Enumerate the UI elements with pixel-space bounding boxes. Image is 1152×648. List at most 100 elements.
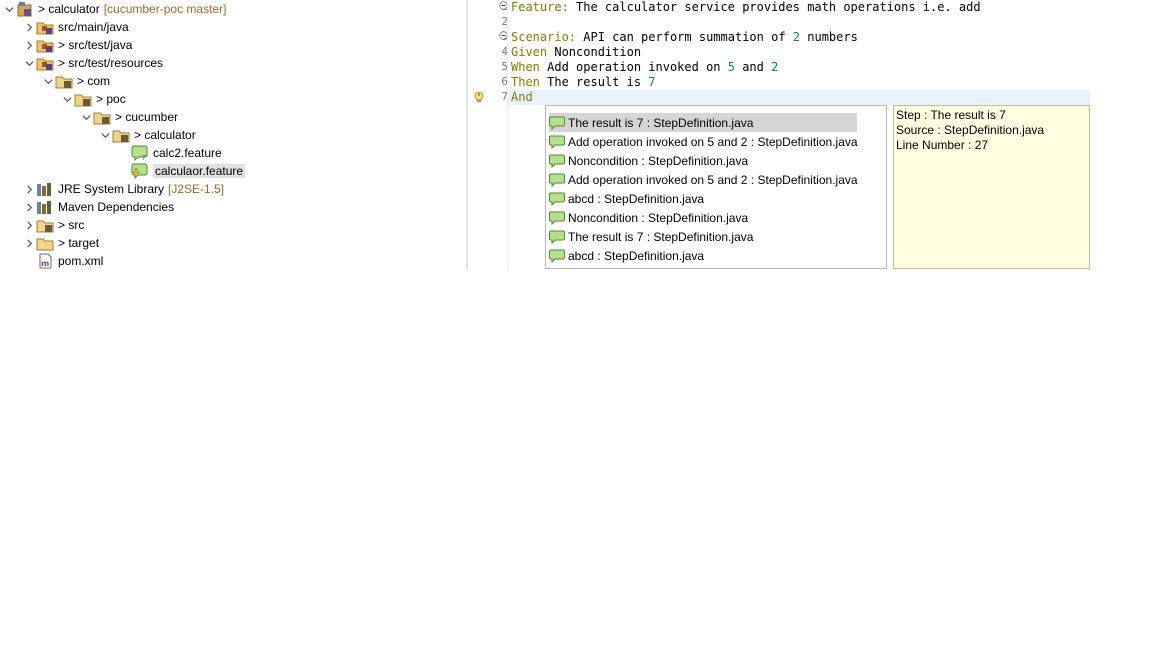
tree-item-jre-library[interactable]: JRE System Library [J2SE-1.5]	[22, 180, 224, 198]
assist-proposal[interactable]: abcd : StepDefinition.java	[549, 246, 704, 265]
line-number: 7	[501, 90, 508, 103]
code-number: 7	[648, 75, 656, 89]
info-source: Source : StepDefinition.java	[896, 123, 1045, 137]
folder-icon	[36, 235, 54, 251]
tree-item-pom-xml[interactable]: m pom.xml	[36, 252, 103, 270]
tree-item-maven-dependencies[interactable]: Maven Dependencies	[22, 198, 174, 216]
current-line-highlight	[508, 90, 1090, 105]
assist-proposal-label: Noncondition : StepDefinition.java	[568, 153, 749, 168]
assist-proposal-label: The result is 7 : StepDefinition.java	[568, 115, 754, 130]
gherkin-keyword: Feature:	[511, 0, 569, 14]
project-icon	[16, 1, 34, 17]
assist-proposal[interactable]: Noncondition : StepDefinition.java	[549, 208, 748, 227]
line-number: 2	[501, 15, 508, 28]
step-proposal-icon	[549, 192, 565, 206]
content-assist-popup[interactable]: The result is 7 : StepDefinition.java Ad…	[545, 105, 887, 269]
chevron-right-icon[interactable]	[22, 234, 36, 252]
step-proposal-icon	[549, 173, 565, 187]
code-line-4[interactable]: Given Noncondition	[511, 45, 641, 60]
gherkin-keyword: Scenario:	[511, 30, 577, 44]
chevron-right-icon[interactable]	[22, 180, 36, 198]
feature-file-icon: ?	[131, 145, 149, 161]
gutter-border	[507, 0, 508, 270]
chevron-right-icon[interactable]	[22, 36, 36, 54]
code-line-5[interactable]: When Add operation invoked on 5 and 2	[511, 60, 778, 75]
gherkin-keyword: When	[511, 60, 540, 74]
step-proposal-icon	[549, 249, 565, 263]
tree-item-label: pom.xml	[58, 254, 104, 268]
annotation-ruler	[468, 0, 484, 270]
assist-proposal[interactable]: Add operation invoked on 5 and 2 : StepD…	[549, 170, 858, 189]
chevron-down-icon[interactable]	[60, 90, 74, 108]
code-text: numbers	[800, 30, 858, 44]
chevron-down-icon[interactable]	[41, 72, 55, 90]
tree-item-label: > cucumber	[115, 110, 179, 124]
step-proposal-icon	[549, 135, 565, 149]
tree-item-src-main-java[interactable]: src/main/java	[22, 18, 129, 36]
tree-item-calc2-feature[interactable]: ? calc2.feature	[131, 144, 222, 162]
assist-proposal-label: Noncondition : StepDefinition.java	[568, 210, 749, 225]
assist-proposal[interactable]: Add operation invoked on 5 and 2 : StepD…	[549, 132, 858, 151]
proposal-info-popup: Step : The result is 7 Source : StepDefi…	[893, 105, 1090, 269]
code-text: API can perform summation of	[576, 30, 793, 44]
source-folder-icon	[36, 55, 54, 71]
tree-item-target[interactable]: > target	[22, 234, 99, 252]
code-text: Add operation invoked on	[539, 60, 728, 74]
line-number: 4	[501, 45, 508, 58]
tree-item-src[interactable]: > src	[22, 216, 84, 234]
code-number: 5	[727, 60, 735, 74]
tree-item-src-test-resources[interactable]: > src/test/resources	[22, 54, 163, 72]
assist-proposal[interactable]: The result is 7 : StepDefinition.java	[549, 227, 753, 246]
info-line-number: Line Number : 27	[896, 138, 989, 152]
chevron-down-icon[interactable]	[2, 0, 16, 18]
tree-item-com[interactable]: > com	[41, 72, 110, 90]
tree-item-label: src/main/java	[58, 20, 129, 34]
library-icon	[36, 199, 54, 215]
assist-proposal-label: The result is 7 : StepDefinition.java	[568, 229, 754, 244]
tree-item-label: > target	[58, 236, 100, 250]
code-text: Noncondition	[547, 45, 642, 59]
step-proposal-icon	[549, 230, 565, 244]
project-explorer: > calculator [cucumber-poc master] src/m…	[0, 0, 466, 270]
chevron-down-icon[interactable]	[98, 126, 112, 144]
tree-item-label: > calculator	[38, 2, 100, 16]
feature-file-icon	[131, 163, 149, 179]
tree-item-label: JRE System Library	[58, 182, 165, 196]
chevron-right-icon[interactable]	[22, 18, 36, 36]
tree-item-label: Maven Dependencies	[58, 200, 175, 214]
tree-item-poc[interactable]: > poc	[60, 90, 126, 108]
tree-item-calculator-package[interactable]: > calculator	[98, 126, 196, 144]
assist-proposal-label: abcd : StepDefinition.java	[568, 191, 705, 206]
step-proposal-icon	[549, 116, 565, 130]
source-folder-icon	[36, 19, 54, 35]
chevron-right-icon[interactable]	[22, 216, 36, 234]
chevron-right-icon[interactable]	[22, 198, 36, 216]
tree-item-src-test-java[interactable]: > src/test/java	[22, 36, 132, 54]
tree-item-label: calc2.feature	[153, 146, 222, 160]
chevron-down-icon[interactable]	[79, 108, 93, 126]
tree-item-calculaor-feature[interactable]: calculaor.feature	[131, 162, 246, 180]
code-line-7[interactable]: And	[511, 90, 533, 105]
git-branch-decoration: [cucumber-poc master]	[103, 2, 227, 16]
gherkin-keyword: Given	[511, 45, 548, 59]
step-proposal-icon	[549, 154, 565, 168]
step-proposal-icon	[549, 211, 565, 225]
code-line-1[interactable]: Feature: The calculator service provides…	[511, 0, 981, 15]
info-step: Step : The result is 7	[896, 108, 1006, 122]
assist-proposal[interactable]: The result is 7 : StepDefinition.java	[549, 113, 857, 132]
tree-item-label: calculaor.feature	[153, 164, 246, 178]
assist-proposal[interactable]: abcd : StepDefinition.java	[549, 189, 704, 208]
tree-item-label: > poc	[96, 92, 126, 106]
code-line-3[interactable]: Scenario: API can perform summation of 2…	[511, 30, 858, 45]
library-icon	[36, 181, 54, 197]
tree-item-project[interactable]: > calculator [cucumber-poc master]	[2, 0, 226, 18]
package-folder-icon	[93, 109, 111, 125]
gherkin-keyword: And	[511, 90, 533, 104]
chevron-down-icon[interactable]	[22, 54, 36, 72]
svg-text:m: m	[41, 259, 49, 268]
tree-item-cucumber[interactable]: > cucumber	[79, 108, 178, 126]
tree-item-label: > src/test/resources	[58, 56, 164, 70]
assist-proposal[interactable]: Noncondition : StepDefinition.java	[549, 151, 748, 170]
assist-proposal-label: Add operation invoked on 5 and 2 : StepD…	[568, 134, 858, 149]
code-line-6[interactable]: Then The result is 7	[511, 75, 656, 90]
